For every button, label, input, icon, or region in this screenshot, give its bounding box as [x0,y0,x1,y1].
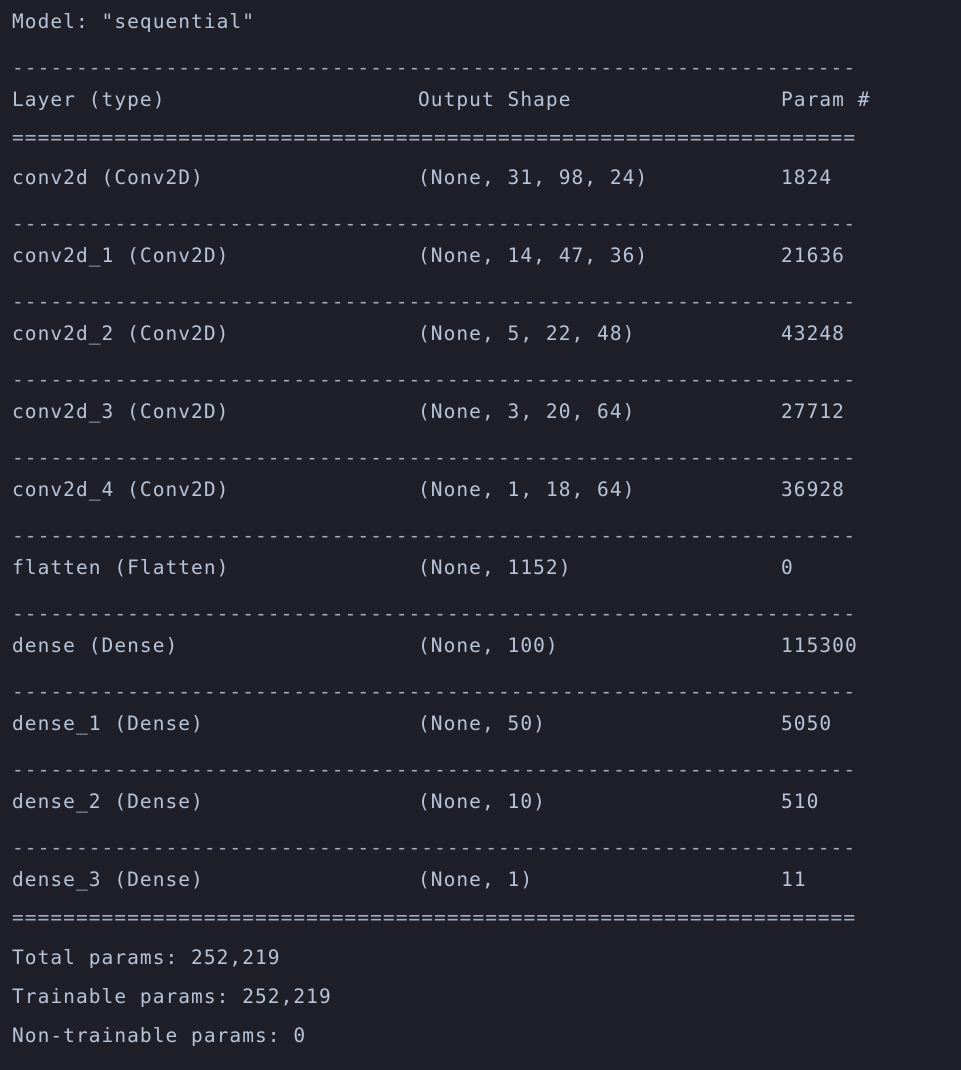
layer-shape: (None, 31, 98, 24) [418,166,649,189]
header-params: Param # [781,88,871,111]
rule-dash-top: ----------------------------------------… [12,58,857,78]
layer-name: conv2d (Conv2D) [12,166,204,189]
layer-params: 21636 [781,244,845,267]
layer-shape: (None, 3, 20, 64) [418,400,636,423]
layer-name: conv2d_4 (Conv2D) [12,478,230,501]
layer-shape: (None, 1, 18, 64) [418,478,636,501]
layer-name: flatten (Flatten) [12,556,230,579]
layer-name: conv2d_3 (Conv2D) [12,400,230,423]
rule-dash: ----------------------------------------… [12,604,857,624]
rule-dash: ----------------------------------------… [12,214,857,234]
model-title: Model: "sequential" [12,10,256,33]
layer-params: 1824 [781,166,833,189]
layer-params: 27712 [781,400,845,423]
rule-dash: ----------------------------------------… [12,448,857,468]
terminal-output: Model: "sequential" --------------------… [0,0,961,1070]
non-trainable-params: Non-trainable params: 0 [12,1024,307,1047]
rule-dash: ----------------------------------------… [12,292,857,312]
layer-params: 5050 [781,712,833,735]
layer-params: 36928 [781,478,845,501]
layer-name: conv2d_1 (Conv2D) [12,244,230,267]
rule-dash: ----------------------------------------… [12,682,857,702]
layer-shape: (None, 14, 47, 36) [418,244,649,267]
layer-name: dense (Dense) [12,634,179,657]
rule-equal-header: ========================================… [12,128,857,148]
layer-params: 115300 [781,634,858,657]
layer-shape: (None, 1152) [418,556,572,579]
rule-dash: ----------------------------------------… [12,526,857,546]
header-output-shape: Output Shape [418,88,572,111]
layer-params: 510 [781,790,820,813]
header-layer: Layer (type) [12,88,166,111]
rule-dash: ----------------------------------------… [12,370,857,390]
layer-name: dense_3 (Dense) [12,868,204,891]
layer-shape: (None, 100) [418,634,559,657]
trainable-params: Trainable params: 252,219 [12,985,332,1008]
total-params: Total params: 252,219 [12,946,281,969]
layer-params: 11 [781,868,807,891]
layer-shape: (None, 5, 22, 48) [418,322,636,345]
layer-shape: (None, 1) [418,868,534,891]
rule-dash: ----------------------------------------… [12,760,857,780]
layer-params: 0 [781,556,794,579]
layer-name: conv2d_2 (Conv2D) [12,322,230,345]
layer-name: dense_2 (Dense) [12,790,204,813]
layer-name: dense_1 (Dense) [12,712,204,735]
rule-dash: ----------------------------------------… [12,838,857,858]
rule-equal-footer: ========================================… [12,908,857,928]
layer-shape: (None, 10) [418,790,546,813]
layer-shape: (None, 50) [418,712,546,735]
layer-params: 43248 [781,322,845,345]
